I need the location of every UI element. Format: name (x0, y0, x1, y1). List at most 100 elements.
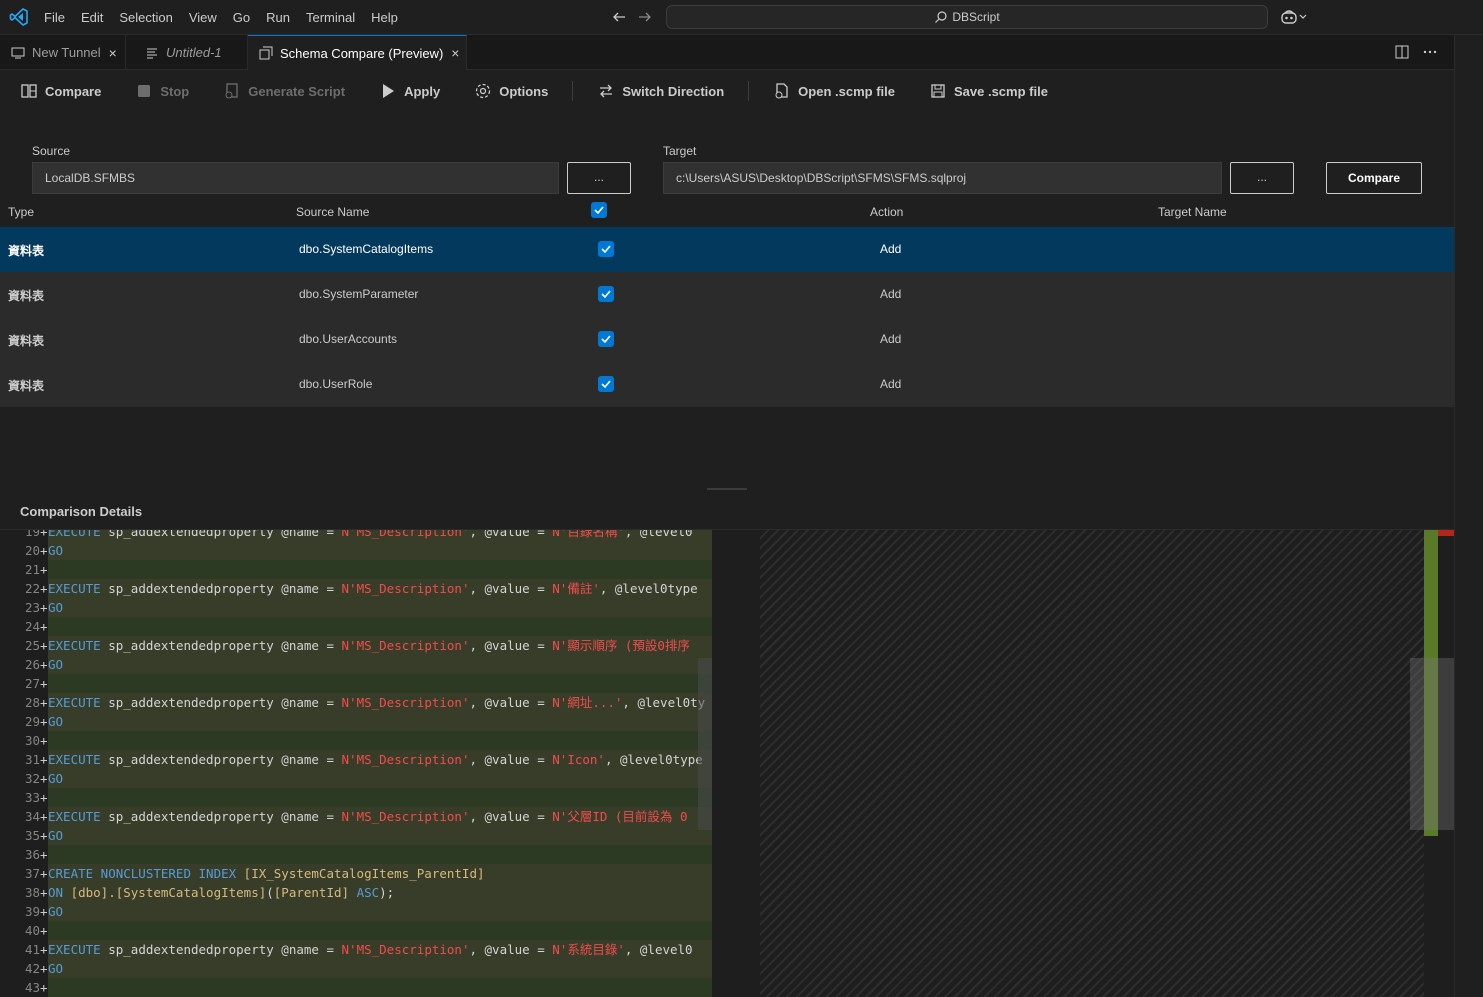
close-icon[interactable]: × (109, 45, 117, 61)
code-text[interactable]: CREATE NONCLUSTERED INDEX [IX_SystemCata… (48, 864, 712, 883)
menu-edit[interactable]: Edit (73, 0, 111, 35)
code-line: 31 + EXECUTE sp_addextendedproperty @name … (0, 750, 712, 769)
row-source-name: dbo.SystemParameter (299, 287, 419, 301)
switch-direction-label: Switch Direction (622, 83, 725, 99)
arrow-right-icon[interactable] (636, 8, 654, 26)
code-text[interactable] (48, 788, 712, 807)
target-endpoint-field[interactable]: c:\Users\ASUS\Desktop\DBScript\SFMS\SFMS… (663, 162, 1222, 194)
arrow-left-icon[interactable] (610, 8, 628, 26)
code-text[interactable]: EXECUTE sp_addextendedproperty @name = N… (48, 636, 712, 655)
table-row[interactable]: 資料表 dbo.SystemParameter Add (0, 272, 1454, 317)
row-source-name: dbo.UserAccounts (299, 332, 398, 346)
action-column-header[interactable]: Action (870, 205, 903, 219)
code-line: 20 + GO (0, 541, 712, 560)
code-text[interactable]: EXECUTE sp_addextendedproperty @name = N… (48, 807, 712, 826)
code-scrollbar-thumb[interactable] (698, 658, 712, 830)
open-scmp-button[interactable]: Open .scmp file (773, 79, 895, 103)
row-source-name: dbo.SystemCatalogItems (299, 242, 434, 256)
options-button[interactable]: Options (474, 79, 548, 103)
row-action: Add (880, 242, 902, 256)
table-row[interactable]: 資料表 dbo.UserAccounts Add (0, 317, 1454, 362)
more-actions-icon[interactable] (1422, 44, 1438, 60)
file-lines-icon (147, 48, 157, 58)
code-text[interactable]: EXECUTE sp_addextendedproperty @name = N… (48, 750, 712, 769)
code-line: 27 + (0, 674, 712, 693)
row-include-checkbox[interactable] (598, 331, 614, 347)
code-text[interactable] (48, 845, 712, 864)
code-text[interactable] (48, 674, 712, 693)
code-text[interactable]: EXECUTE sp_addextendedproperty @name = N… (48, 940, 712, 959)
code-text[interactable]: ON [dbo].[SystemCatalogItems]([ParentId]… (48, 883, 712, 902)
switch-direction-button[interactable]: Switch Direction (597, 79, 724, 103)
target-browse-button[interactable]: ... (1230, 162, 1294, 194)
code-line: 28 + EXECUTE sp_addextendedproperty @name … (0, 693, 712, 712)
code-line: 21 + (0, 560, 712, 579)
added-marker: + (40, 980, 48, 995)
target-script-empty-diff (760, 530, 1424, 997)
compare-button[interactable]: Compare (1326, 162, 1422, 194)
overview-scroll-slider[interactable] (1410, 658, 1454, 830)
check-icon (601, 335, 611, 344)
code-text[interactable]: GO (48, 826, 712, 845)
source-name-column-header[interactable]: Source Name (296, 205, 369, 219)
code-text[interactable] (48, 921, 712, 940)
menu-help[interactable]: Help (363, 0, 406, 35)
code-text[interactable]: GO (48, 902, 712, 921)
compare-toolbar-button[interactable]: Compare (20, 79, 101, 103)
stop-label: Stop (160, 83, 190, 99)
tab-schema-compare[interactable]: Schema Compare (Preview) × (248, 35, 467, 70)
stop-button[interactable]: Stop (135, 79, 189, 103)
code-text[interactable]: GO (48, 541, 712, 560)
code-text[interactable]: GO (48, 959, 712, 978)
row-include-checkbox[interactable] (598, 376, 614, 392)
command-center-search[interactable]: DBScript (666, 5, 1268, 29)
code-text[interactable] (48, 731, 712, 750)
code-text[interactable]: EXECUTE sp_addextendedproperty @name = N… (48, 579, 712, 598)
apply-button[interactable]: Apply (379, 79, 440, 103)
code-text[interactable]: GO (48, 598, 712, 617)
table-row[interactable]: 資料表 dbo.UserRole Add (0, 362, 1454, 407)
close-icon[interactable]: × (451, 45, 459, 61)
line-number: 38 (0, 883, 40, 902)
line-number: 23 (0, 598, 40, 617)
generate-script-icon (225, 83, 238, 99)
code-line: 42 + GO (0, 959, 712, 978)
code-text[interactable] (48, 617, 712, 636)
pane-splitter-handle[interactable] (707, 488, 747, 490)
code-text[interactable] (48, 978, 712, 997)
code-text[interactable]: GO (48, 769, 712, 788)
menu-selection[interactable]: Selection (111, 0, 180, 35)
code-text[interactable]: EXECUTE sp_addextendedproperty @name = N… (48, 693, 712, 712)
split-editor-icon[interactable] (1394, 44, 1410, 60)
source-endpoint-field[interactable]: LocalDB.SFMBS (32, 162, 559, 194)
save-icon (931, 84, 945, 98)
table-row[interactable]: 資料表 dbo.SystemCatalogItems Add (0, 227, 1454, 272)
row-include-checkbox[interactable] (598, 286, 614, 302)
switch-arrows-icon (600, 84, 613, 98)
tab-new-tunnel[interactable]: New Tunnel × (0, 35, 126, 70)
type-column-header[interactable]: Type (8, 205, 34, 219)
menu-view[interactable]: View (181, 0, 225, 35)
menu-file[interactable]: File (36, 0, 73, 35)
code-text[interactable]: GO (48, 655, 712, 674)
added-marker: + (40, 543, 48, 558)
save-scmp-label: Save .scmp file (953, 83, 1048, 99)
tab-untitled[interactable]: Untitled-1 (126, 35, 248, 70)
source-browse-button[interactable]: ... (567, 162, 631, 194)
menu-go[interactable]: Go (225, 0, 258, 35)
code-text[interactable]: GO (48, 712, 712, 731)
generate-script-button[interactable]: Generate Script (223, 79, 345, 103)
code-text[interactable]: EXECUTE sp_addextendedproperty @name = N… (48, 530, 712, 541)
line-number: 28 (0, 693, 40, 712)
code-text[interactable] (48, 560, 712, 579)
added-marker: + (40, 866, 48, 881)
code-line: 33 + (0, 788, 712, 807)
menu-terminal[interactable]: Terminal (298, 0, 363, 35)
line-number: 31 (0, 750, 40, 769)
save-scmp-button[interactable]: Save .scmp file (929, 79, 1048, 103)
include-all-checkbox[interactable] (591, 202, 607, 218)
row-include-checkbox[interactable] (598, 241, 614, 257)
menu-run[interactable]: Run (258, 0, 298, 35)
copilot-menu[interactable] (1280, 8, 1312, 26)
target-name-column-header[interactable]: Target Name (1158, 205, 1227, 219)
